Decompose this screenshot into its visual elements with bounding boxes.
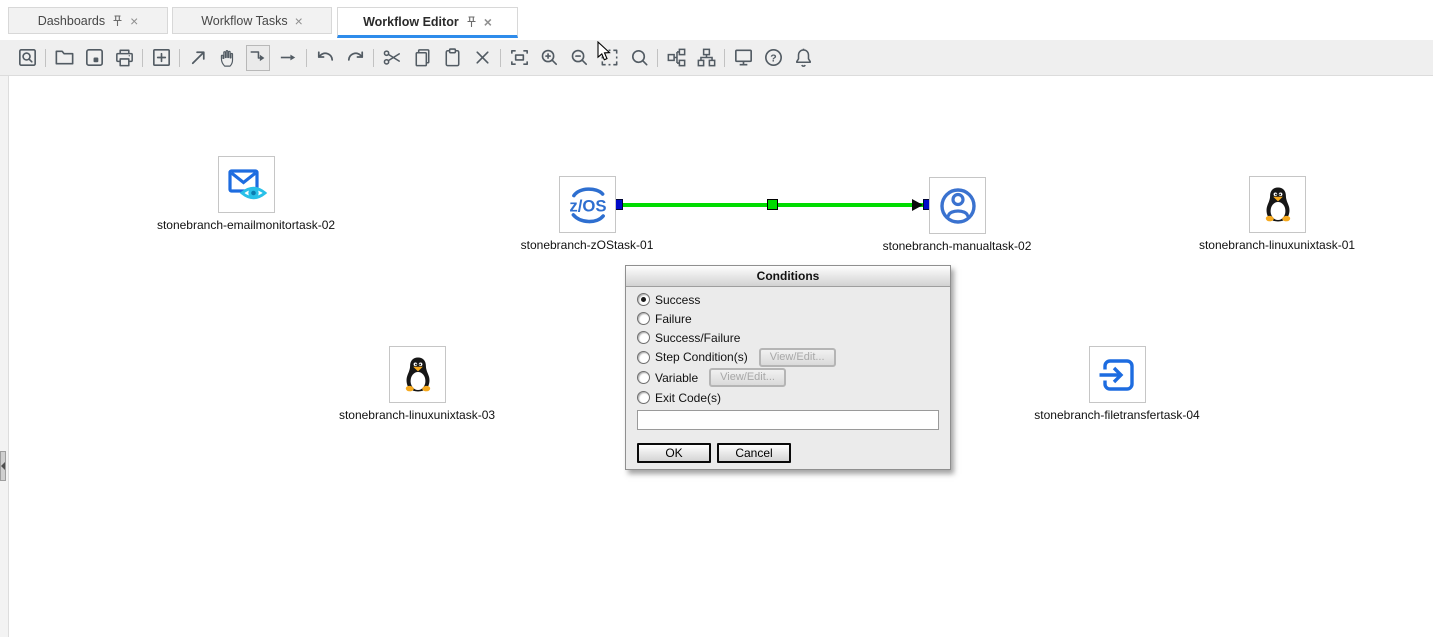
dialog-title[interactable]: Conditions xyxy=(626,266,950,287)
radio-exit-codes[interactable] xyxy=(637,391,650,404)
connector-straight-icon[interactable] xyxy=(276,45,300,71)
connector-midpoint-handle[interactable] xyxy=(767,199,778,210)
toolbar: ? xyxy=(0,40,1433,76)
toolbar-separator xyxy=(306,49,307,67)
dialog-buttons: OK Cancel xyxy=(637,443,939,463)
conditions-dialog: Conditions Success Failure Success/Failu… xyxy=(625,265,951,470)
view-edit-step-conditions-button[interactable]: View/Edit... xyxy=(759,348,836,367)
task-label: stonebranch-filetransfertask-04 xyxy=(1034,408,1199,422)
zoom-out-icon[interactable] xyxy=(567,45,591,71)
file-transfer-task-icon xyxy=(1096,353,1140,397)
left-gutter xyxy=(0,76,9,637)
task-label: stonebranch-linuxunixtask-01 xyxy=(1199,238,1355,252)
task-label: stonebranch-zOStask-01 xyxy=(521,238,654,252)
delete-icon[interactable] xyxy=(470,45,494,71)
cancel-button[interactable]: Cancel xyxy=(717,443,791,463)
radio-variable[interactable] xyxy=(637,371,650,384)
option-exit-codes[interactable]: Exit Code(s) xyxy=(637,388,939,407)
copy-icon[interactable] xyxy=(410,45,434,71)
save-icon[interactable] xyxy=(82,45,106,71)
task-node-linux03[interactable]: stonebranch-linuxunixtask-03 xyxy=(389,346,446,403)
paste-icon[interactable] xyxy=(440,45,464,71)
exit-codes-input[interactable] xyxy=(637,410,939,430)
collapse-arrow-icon xyxy=(1,462,5,470)
radio-label: Variable xyxy=(655,371,698,385)
toolbar-separator xyxy=(373,49,374,67)
option-step-conditions[interactable]: Step Condition(s) View/Edit... xyxy=(637,347,939,367)
option-variable[interactable]: Variable View/Edit... xyxy=(637,367,939,388)
print-icon[interactable] xyxy=(112,45,136,71)
task-label: stonebranch-manualtask-02 xyxy=(883,239,1032,253)
redo-icon[interactable] xyxy=(343,45,367,71)
option-success-failure[interactable]: Success/Failure xyxy=(637,328,939,347)
tab-label: Workflow Editor xyxy=(363,15,459,29)
tab-dashboards[interactable]: Dashboards × xyxy=(8,7,168,34)
task-node-linux01[interactable]: stonebranch-linuxunixtask-01 xyxy=(1249,176,1306,233)
layout-horizontal-icon[interactable] xyxy=(664,45,688,71)
tab-label: Dashboards xyxy=(38,14,105,28)
monitor-icon[interactable] xyxy=(731,45,755,71)
svg-text:?: ? xyxy=(770,52,776,64)
task-node-manual[interactable]: stonebranch-manualtask-02 xyxy=(929,177,986,234)
close-tab-icon[interactable]: × xyxy=(295,14,303,28)
open-in-new-icon[interactable] xyxy=(186,45,210,71)
zos-task-icon: z/OS xyxy=(565,182,611,228)
open-workflow-icon[interactable] xyxy=(52,45,76,71)
cut-icon[interactable] xyxy=(380,45,404,71)
zoom-reset-icon[interactable] xyxy=(627,45,651,71)
layout-vertical-icon[interactable] xyxy=(694,45,718,71)
radio-success-failure[interactable] xyxy=(637,331,650,344)
task-label: stonebranch-linuxunixtask-03 xyxy=(339,408,495,422)
zoom-preview-icon[interactable] xyxy=(15,45,39,71)
pan-icon[interactable] xyxy=(216,45,240,71)
mouse-cursor xyxy=(597,41,613,63)
tab-workflow-editor[interactable]: Workflow Editor × xyxy=(337,7,518,38)
radio-failure[interactable] xyxy=(637,312,650,325)
manual-task-icon xyxy=(936,184,980,228)
zoom-in-icon[interactable] xyxy=(537,45,561,71)
collapse-panel-handle[interactable] xyxy=(0,451,6,481)
radio-label: Step Condition(s) xyxy=(655,350,748,364)
task-node-filetransfer[interactable]: stonebranch-filetransfertask-04 xyxy=(1089,346,1146,403)
fit-to-window-icon[interactable] xyxy=(507,45,531,71)
connector-elbow-icon[interactable] xyxy=(246,45,270,71)
radio-label: Success/Failure xyxy=(655,331,740,345)
radio-label: Success xyxy=(655,293,700,307)
option-success[interactable]: Success xyxy=(637,290,939,309)
toolbar-separator xyxy=(724,49,725,67)
linux-unix-task-icon xyxy=(1256,183,1300,227)
email-monitor-icon xyxy=(225,163,269,207)
toolbar-separator xyxy=(657,49,658,67)
toolbar-separator xyxy=(179,49,180,67)
linux-unix-task-icon xyxy=(396,353,440,397)
ok-button[interactable]: OK xyxy=(637,443,711,463)
radio-label: Failure xyxy=(655,312,692,326)
tab-bar: Dashboards × Workflow Tasks × Workflow E… xyxy=(0,0,1433,40)
close-tab-icon[interactable]: × xyxy=(484,15,492,29)
notifications-icon[interactable] xyxy=(791,45,815,71)
toolbar-separator xyxy=(142,49,143,67)
toolbar-separator xyxy=(500,49,501,67)
dialog-body: Success Failure Success/Failure Step Con… xyxy=(626,287,950,469)
undo-icon[interactable] xyxy=(313,45,337,71)
pin-icon[interactable] xyxy=(112,15,123,27)
task-node-zos[interactable]: z/OS stonebranch-zOStask-01 xyxy=(559,176,616,233)
toolbar-separator xyxy=(45,49,46,67)
pin-icon[interactable] xyxy=(466,16,477,28)
workflow-editor-app: Dashboards × Workflow Tasks × Workflow E… xyxy=(0,0,1433,638)
svg-text:z/OS: z/OS xyxy=(569,196,606,215)
workflow-canvas[interactable]: stonebranch-emailmonitortask-02 z/OS sto… xyxy=(0,76,1433,637)
radio-label: Exit Code(s) xyxy=(655,391,721,405)
task-label: stonebranch-emailmonitortask-02 xyxy=(157,218,335,232)
task-node-emailmonitor[interactable]: stonebranch-emailmonitortask-02 xyxy=(218,156,275,213)
radio-step-conditions[interactable] xyxy=(637,351,650,364)
tab-workflow-tasks[interactable]: Workflow Tasks × xyxy=(172,7,332,34)
close-tab-icon[interactable]: × xyxy=(130,14,138,28)
view-edit-variable-button[interactable]: View/Edit... xyxy=(709,368,786,387)
option-failure[interactable]: Failure xyxy=(637,309,939,328)
tab-label: Workflow Tasks xyxy=(201,14,287,28)
help-icon[interactable]: ? xyxy=(761,45,785,71)
radio-success[interactable] xyxy=(637,293,650,306)
add-task-icon[interactable] xyxy=(149,45,173,71)
